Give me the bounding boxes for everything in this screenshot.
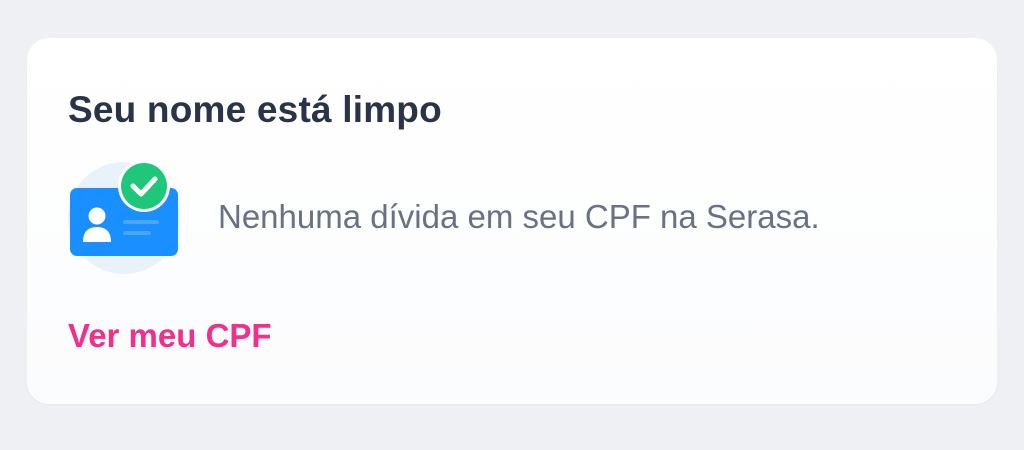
id-card-check-icon [68, 160, 180, 274]
card-title: Seu nome está limpo [68, 89, 442, 130]
view-cpf-link[interactable]: Ver meu CPF [68, 316, 272, 356]
clean-name-card: Seu nome está limpo Nenhuma dívida em se… [27, 38, 997, 404]
status-row: Nenhuma dívida em seu CPF na Serasa. [68, 158, 820, 276]
status-text: Nenhuma dívida em seu CPF na Serasa. [218, 198, 820, 235]
